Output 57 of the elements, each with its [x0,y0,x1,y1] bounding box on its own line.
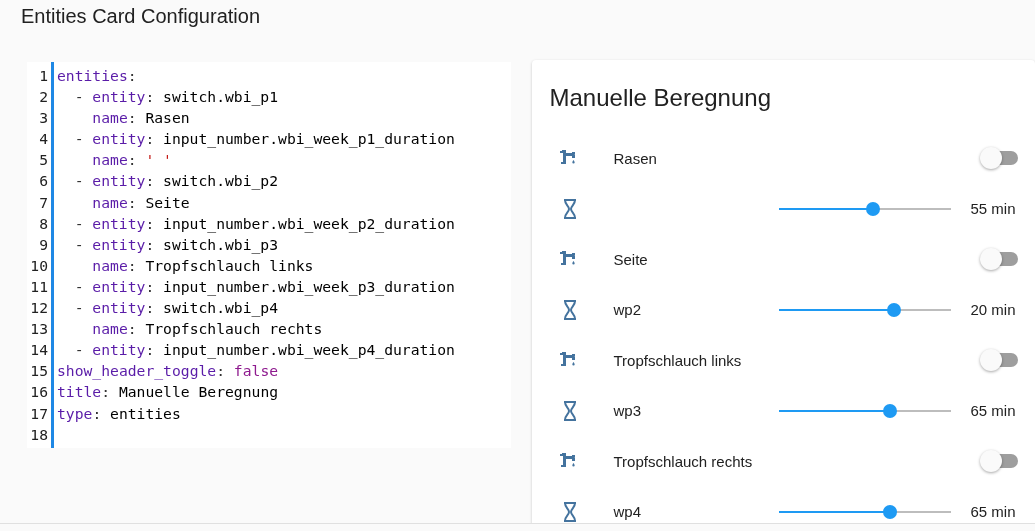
slider-thumb[interactable] [886,302,901,317]
code-line: - entity: switch.wbi_p1 [73,87,279,108]
line-number: 17 [29,403,48,424]
entity-name: wp2 [613,301,643,319]
code-line: entities: [57,66,137,86]
line-number: 15 [29,361,48,382]
code-line: - entity: input_number.wbi_week_p1_duration [73,129,455,150]
card-title: Manuelle Beregnung [549,84,771,113]
line-number: 18 [29,424,48,445]
code-line: - entity: input_number.wbi_week_p4_duration [73,340,455,361]
line-number: 13 [29,319,48,340]
line-number: 12 [29,298,48,319]
line-number: 8 [38,213,48,234]
code-line: - entity: switch.wbi_p3 [73,234,279,255]
entity-name: Tropfschlauch links [613,351,743,369]
slider-thumb[interactable] [866,201,881,216]
code-line: name: Seite [91,192,190,213]
line-number: 4 [38,129,48,150]
toggle-switch[interactable] [979,349,1020,372]
code-line: - entity: switch.wbi_p4 [73,298,279,319]
code-line: - entity: switch.wbi_p2 [73,171,279,192]
code-line: - entity: input_number.wbi_week_p3_duration [73,276,455,298]
line-number: 6 [38,171,48,192]
code-line: type: entities [57,403,181,424]
code-line: title: Manuelle Beregnung [57,382,279,403]
line-number: 3 [38,108,48,129]
line-number: 7 [38,192,48,213]
code-line: - entity: input_number.wbi_week_p2_duration [73,213,455,234]
line-number: 14 [29,340,48,361]
code-line: name: Tropfschlauch links [91,255,314,276]
slider-value: 65 min [970,503,1016,521]
slider-value: 65 min [970,402,1016,420]
code-line: name: Rasen [91,108,190,129]
page-title: Entities Card Configuration [20,4,261,29]
slider-value: 20 min [970,301,1016,319]
entity-name: Rasen [613,149,658,167]
slider-thumb[interactable] [883,403,898,418]
code-line: name: Tropfschlauch rechts [91,319,323,340]
code-line: show_header_toggle: false [57,361,279,382]
entity-name: wp3 [613,402,643,420]
line-number: 2 [38,87,48,108]
toggle-switch[interactable] [979,147,1020,170]
line-number: 16 [29,382,48,403]
line-number: 5 [38,150,48,171]
entity-name: Tropfschlauch rechts [613,452,754,470]
toggle-switch[interactable] [979,450,1020,473]
line-number: 11 [29,276,48,297]
line-number: 9 [38,234,48,255]
entity-name: wp4 [613,503,643,521]
entity-name: Seite [613,250,649,268]
line-number: 1 [38,66,48,86]
code-editor[interactable] [27,62,511,448]
line-number: 10 [29,255,48,276]
slider-value: 55 min [970,200,1016,218]
slider-thumb[interactable] [883,504,898,519]
code-line: name: ' ' [91,150,172,171]
toggle-switch[interactable] [979,248,1020,271]
